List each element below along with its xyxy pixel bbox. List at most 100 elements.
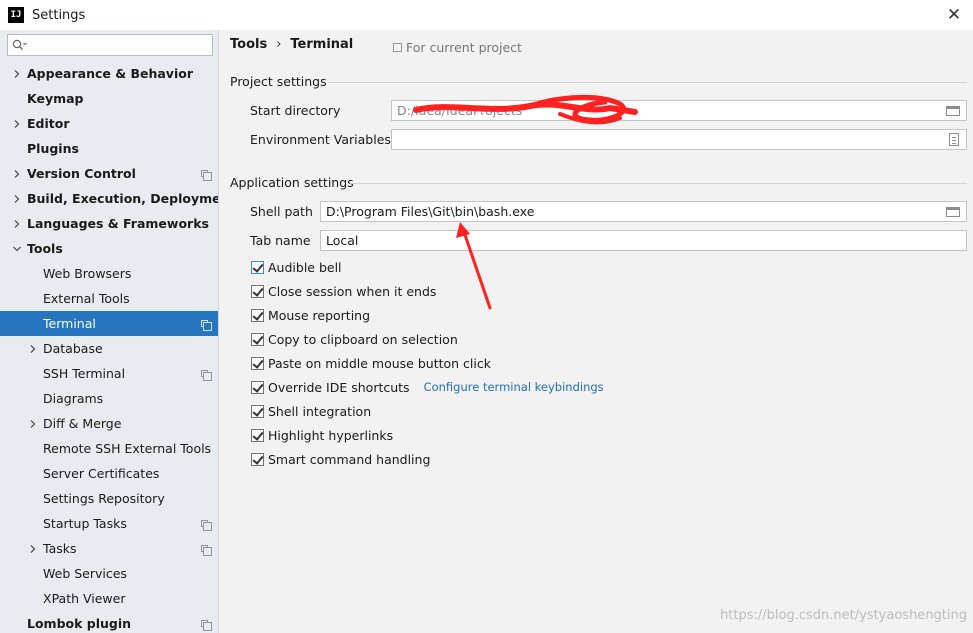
chevron-right-icon[interactable]: [28, 344, 38, 354]
sidebar-item-languages-frameworks[interactable]: Languages & Frameworks: [0, 211, 218, 236]
sidebar-item-label: Remote SSH External Tools: [43, 441, 212, 456]
audible-bell-checkbox[interactable]: [251, 260, 264, 274]
override-ide-shortcuts-label[interactable]: Override IDE shortcuts: [268, 380, 410, 395]
sidebar-item-terminal[interactable]: Terminal: [0, 311, 218, 336]
sidebar-item-tasks[interactable]: Tasks: [0, 536, 218, 561]
mouse-reporting-label[interactable]: Mouse reporting: [268, 308, 370, 323]
close-icon[interactable]: ✕: [945, 5, 963, 25]
sidebar-item-startup-tasks[interactable]: Startup Tasks: [0, 511, 218, 536]
sidebar-item-external-tools[interactable]: External Tools: [0, 286, 218, 311]
application-settings-title: Application settings: [230, 175, 354, 190]
chevron-right-icon[interactable]: [12, 194, 22, 204]
project-scope-icon: [201, 620, 212, 631]
sidebar-item-label: Appearance & Behavior: [27, 66, 193, 81]
environment-variables-label: Environment Variables: [250, 132, 391, 147]
chevron-right-icon[interactable]: [28, 419, 38, 429]
red-redaction-scribble: [413, 95, 638, 125]
project-settings-divider: [328, 82, 967, 83]
highlight-hyperlinks-checkbox[interactable]: [251, 428, 264, 442]
override-ide-shortcuts-checkbox[interactable]: [251, 380, 264, 394]
folder-icon[interactable]: [946, 207, 960, 217]
breadcrumb-separator: ›: [276, 37, 282, 52]
red-annotation-arrow: [456, 222, 492, 310]
sidebar-item-lombok-plugin[interactable]: Lombok plugin: [0, 611, 218, 633]
breadcrumb: Tools › Terminal: [230, 37, 353, 52]
copy-to-clipboard-on-selection-label[interactable]: Copy to clipboard on selection: [268, 332, 458, 347]
sidebar-item-label: Startup Tasks: [43, 516, 127, 531]
shell-integration-option: Shell integration: [251, 402, 371, 420]
chevron-right-icon[interactable]: [28, 544, 38, 554]
sidebar-item-label: Settings Repository: [43, 491, 165, 506]
sidebar-item-database[interactable]: Database: [0, 336, 218, 361]
chevron-down-icon[interactable]: [12, 244, 22, 254]
sidebar-item-web-browsers[interactable]: Web Browsers: [0, 261, 218, 286]
for-current-project-label: For current project: [406, 40, 522, 55]
sidebar-item-settings-repository[interactable]: Settings Repository: [0, 486, 218, 511]
sidebar-item-web-services[interactable]: Web Services: [0, 561, 218, 586]
settings-sidebar: Appearance & Behavior Keymap Editor Plugins…: [0, 30, 219, 633]
settings-tree: Appearance & Behavior Keymap Editor Plugins…: [0, 61, 218, 633]
settings-search-box[interactable]: [7, 34, 213, 56]
sidebar-item-label: Tasks: [43, 541, 77, 556]
sidebar-item-xpath-viewer[interactable]: XPath Viewer: [0, 586, 218, 611]
audible-bell-option: Audible bell: [251, 258, 342, 276]
window-title: Settings: [32, 7, 86, 23]
sidebar-item-build-execution-deployment[interactable]: Build, Execution, Deployment: [0, 186, 218, 211]
tab-name-field[interactable]: Local: [320, 230, 967, 251]
sidebar-item-label: External Tools: [43, 291, 130, 306]
sidebar-item-label: Web Browsers: [43, 266, 132, 281]
tab-name-label: Tab name: [250, 233, 311, 248]
sidebar-item-label: Plugins: [27, 141, 79, 156]
application-settings-divider: [350, 183, 967, 184]
close-session-when-it-ends-option: Close session when it ends: [251, 282, 436, 300]
sidebar-item-keymap[interactable]: Keymap: [0, 86, 218, 111]
sidebar-item-label: Database: [43, 341, 103, 356]
chevron-right-icon[interactable]: [12, 119, 22, 129]
start-directory-label: Start directory: [250, 103, 341, 118]
sidebar-item-label: Server Certificates: [43, 466, 160, 481]
paste-on-middle-mouse-button-click-checkbox[interactable]: [251, 356, 264, 370]
copy-to-clipboard-on-selection-option: Copy to clipboard on selection: [251, 330, 458, 348]
settings-main-panel: Tools › Terminal For current project Pro…: [220, 30, 973, 633]
shell-integration-label[interactable]: Shell integration: [268, 404, 371, 419]
breadcrumb-parent[interactable]: Tools: [230, 37, 267, 52]
project-scope-icon: [393, 43, 402, 52]
sidebar-item-label: Terminal: [43, 316, 96, 331]
configure-terminal-keybindings-link[interactable]: Configure terminal keybindings: [424, 380, 604, 394]
sidebar-item-version-control[interactable]: Version Control: [0, 161, 218, 186]
sidebar-item-label: Version Control: [27, 166, 136, 181]
chevron-right-icon[interactable]: [12, 219, 22, 229]
project-scope-icon: [201, 170, 212, 181]
sidebar-item-editor[interactable]: Editor: [0, 111, 218, 136]
sidebar-item-plugins[interactable]: Plugins: [0, 136, 218, 161]
shell-path-field[interactable]: D:\Program Files\Git\bin\bash.exe: [320, 201, 967, 222]
sidebar-item-diagrams[interactable]: Diagrams: [0, 386, 218, 411]
settings-search-input[interactable]: [32, 38, 192, 52]
document-icon[interactable]: [949, 133, 959, 146]
folder-icon[interactable]: [946, 106, 960, 116]
sidebar-item-diff-merge[interactable]: Diff & Merge: [0, 411, 218, 436]
project-scope-icon: [201, 370, 212, 381]
sidebar-item-label: Keymap: [27, 91, 84, 106]
close-session-when-it-ends-label[interactable]: Close session when it ends: [268, 284, 436, 299]
sidebar-item-label: Web Services: [43, 566, 127, 581]
sidebar-item-ssh-terminal[interactable]: SSH Terminal: [0, 361, 218, 386]
highlight-hyperlinks-label[interactable]: Highlight hyperlinks: [268, 428, 393, 443]
audible-bell-label[interactable]: Audible bell: [268, 260, 342, 275]
for-current-project-note: For current project: [393, 40, 522, 55]
sidebar-item-server-certificates[interactable]: Server Certificates: [0, 461, 218, 486]
chevron-right-icon[interactable]: [12, 169, 22, 179]
sidebar-item-appearance-behavior[interactable]: Appearance & Behavior: [0, 61, 218, 86]
copy-to-clipboard-on-selection-checkbox[interactable]: [251, 332, 264, 346]
environment-variables-field[interactable]: [391, 129, 967, 150]
shell-integration-checkbox[interactable]: [251, 404, 264, 418]
sidebar-item-tools[interactable]: Tools: [0, 236, 218, 261]
sidebar-item-remote-ssh-external-tools[interactable]: Remote SSH External Tools: [0, 436, 218, 461]
smart-command-handling-checkbox[interactable]: [251, 452, 264, 466]
mouse-reporting-checkbox[interactable]: [251, 308, 264, 322]
close-session-when-it-ends-checkbox[interactable]: [251, 284, 264, 298]
chevron-right-icon[interactable]: [12, 69, 22, 79]
smart-command-handling-label[interactable]: Smart command handling: [268, 452, 430, 467]
paste-on-middle-mouse-button-click-label[interactable]: Paste on middle mouse button click: [268, 356, 491, 371]
intellij-app-icon: IJ: [8, 7, 24, 23]
